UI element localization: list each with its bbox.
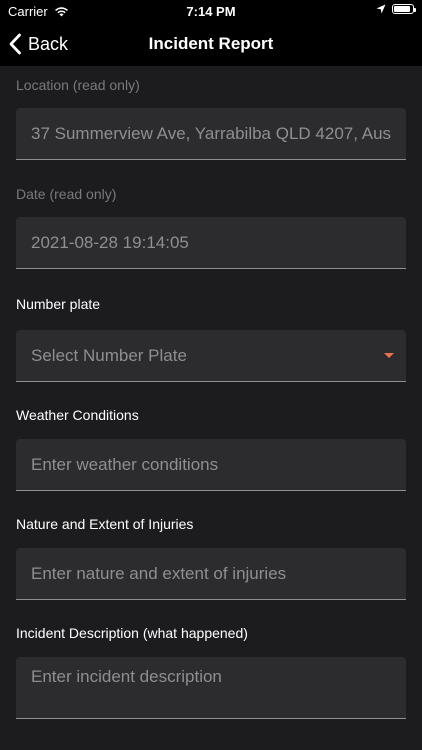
injuries-placeholder: Enter nature and extent of injuries <box>31 564 287 583</box>
location-value: 37 Summerview Ave, Yarrabilba QLD 4207, … <box>31 124 391 143</box>
date-label: Date (read only) <box>16 186 117 202</box>
status-bar: Carrier 7:14 PM <box>0 0 422 22</box>
date-value: 2021-08-28 19:14:05 <box>31 233 189 252</box>
description-textarea[interactable]: Enter incident description <box>16 657 406 719</box>
location-label: Location (read only) <box>16 77 140 93</box>
navigation-bar: Back Incident Report <box>0 22 422 66</box>
weather-placeholder: Enter weather conditions <box>31 455 219 474</box>
description-placeholder: Enter incident description <box>31 667 222 686</box>
battery-cap <box>414 8 416 12</box>
weather-label: Weather Conditions <box>16 407 139 423</box>
status-right <box>376 4 416 14</box>
number-plate-select[interactable]: Select Number Plate <box>16 330 406 382</box>
battery-icon <box>392 4 416 14</box>
location-field: 37 Summerview Ave, Yarrabilba QLD 4207, … <box>16 108 406 160</box>
incident-report-screen: Carrier 7:14 PM Back Incident Report Loc… <box>0 0 422 750</box>
status-time: 7:14 PM <box>186 4 236 19</box>
battery-fill <box>394 6 411 12</box>
number-plate-placeholder: Select Number Plate <box>31 346 187 365</box>
weather-input[interactable]: Enter weather conditions <box>16 439 406 491</box>
injuries-input[interactable]: Enter nature and extent of injuries <box>16 548 406 600</box>
dropdown-caret-icon <box>384 353 394 358</box>
injuries-label: Nature and Extent of Injuries <box>16 516 194 532</box>
location-arrow-icon <box>376 4 386 14</box>
date-field: 2021-08-28 19:14:05 <box>16 217 406 269</box>
page-title: Incident Report <box>148 34 274 53</box>
description-label: Incident Description (what happened) <box>16 625 248 641</box>
incident-form: Location (read only) 37 Summerview Ave, … <box>0 66 422 750</box>
number-plate-label: Number plate <box>16 296 101 312</box>
